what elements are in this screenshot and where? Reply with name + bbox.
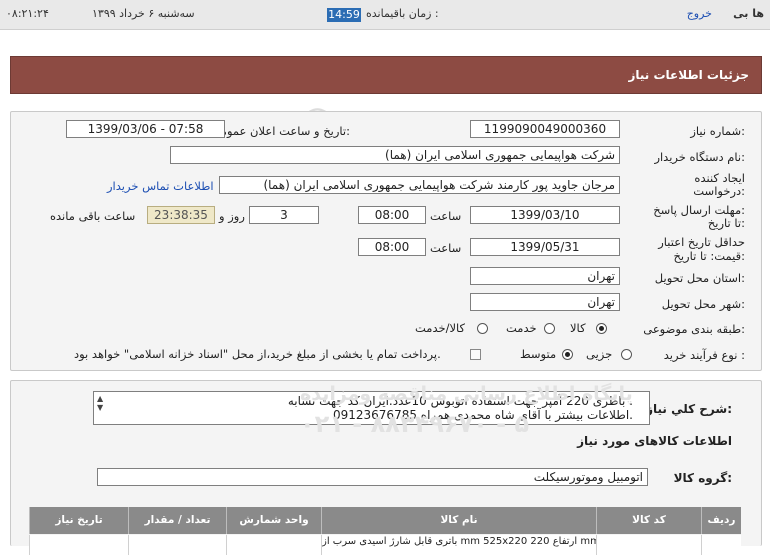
user-name: ها بی bbox=[733, 7, 764, 20]
table-header-unit: واحد شمارش bbox=[226, 507, 321, 534]
process-option-medium: متوسط bbox=[520, 347, 557, 361]
treasury-note: پرداخت تمام یا بخشی از مبلغ خرید،از محل … bbox=[74, 347, 441, 361]
validity-time-label: ساعت bbox=[430, 241, 462, 255]
process-option-minor: جزیی bbox=[586, 347, 613, 361]
current-date: سه‌شنبه ۶ خرداد ۱۳۹۹ bbox=[92, 7, 195, 20]
table-cell-quantity bbox=[128, 535, 226, 555]
category-radio-both[interactable] bbox=[477, 323, 488, 334]
goods-group-label: گروه کالا: bbox=[673, 471, 732, 485]
category-radio-service[interactable] bbox=[544, 323, 555, 334]
category-option-goods: کالا bbox=[570, 321, 586, 335]
province-field: تهران bbox=[470, 267, 620, 285]
category-option-both: کالا/خدمت bbox=[415, 321, 466, 335]
deadline-date-field: 1399/03/10 bbox=[470, 206, 620, 224]
logout-link[interactable]: خروج bbox=[687, 7, 712, 20]
creator-label-2: درخواست: bbox=[693, 184, 745, 198]
remaining-time-field: 23:38:35 bbox=[147, 206, 215, 224]
table-header-item-code: کد کالا bbox=[596, 507, 701, 534]
table-header-quantity: تعداد / مقدار bbox=[128, 507, 226, 534]
creator-field: مرجان جاوید پور کارمند شرکت هواپیمایی جم… bbox=[219, 176, 620, 194]
scroll-arrows-icon[interactable]: ▲ ▼ bbox=[97, 394, 103, 412]
session-timer: 14:59 bbox=[327, 8, 361, 22]
validity-label-1: حداقل تاریخ اعتبار bbox=[658, 235, 745, 249]
need-number-label: شماره نیاز: bbox=[690, 124, 745, 138]
process-label: نوع فرآیند خرید : bbox=[663, 348, 745, 362]
buyer-label: نام دستگاه خریدار: bbox=[654, 150, 745, 164]
buyer-field: شرکت هواپیمایی جمهوری اسلامی ایران (هما) bbox=[170, 146, 620, 164]
table-cell-row-number bbox=[701, 535, 741, 555]
table-header-row-number: ردیف bbox=[701, 507, 741, 534]
category-option-service: خدمت bbox=[506, 321, 537, 335]
validity-label-2: قیمت: تا تاریخ: bbox=[673, 249, 745, 263]
top-bar: ها بی خروج زمان باقیمانده : 14:59 سه‌شنب… bbox=[0, 0, 770, 30]
page-banner: جزئیات اطلاعات نیاز bbox=[10, 56, 762, 94]
table-cell-item-name: باتری قابل شارژ اسیدی سرب از mm 525x220 … bbox=[321, 535, 596, 555]
table-cell-unit bbox=[226, 535, 321, 555]
table-cell-item-code bbox=[596, 535, 701, 555]
deadline-label-1: مهلت ارسال پاسخ: bbox=[653, 203, 745, 217]
description-line-2: اطلاعات بیشتر با آقای شاه محمدی همراه 09… bbox=[332, 408, 633, 422]
city-label: شهر محل تحویل: bbox=[661, 297, 745, 311]
page-title: جزئیات اطلاعات نیاز bbox=[628, 68, 749, 82]
table-cell-need-date bbox=[29, 535, 128, 555]
remaining-time-label: ساعت باقی مانده bbox=[50, 209, 136, 223]
announce-label: تاریخ و ساعت اعلان عمومی: bbox=[211, 124, 350, 138]
deadline-label-2: تا تاریخ: bbox=[707, 216, 745, 230]
announce-field: 1399/03/06 - 07:58 bbox=[66, 120, 225, 138]
table-header-need-date: تاریخ نیاز bbox=[29, 507, 128, 534]
goods-section-title: اطلاعات کالاهای مورد نیاز bbox=[577, 434, 732, 448]
deadline-time-label: ساعت bbox=[430, 209, 462, 223]
validity-time-field: 08:00 bbox=[358, 238, 426, 256]
need-number-field: 1199090049000360 bbox=[470, 120, 620, 138]
buyer-contact-link[interactable]: اطلاعات تماس خریدار bbox=[107, 179, 214, 193]
description-line-1: باطری 220 آمپر جهت استفاده اتوبوس 10عدد.… bbox=[287, 394, 633, 408]
table-header-item-name: نام کالا bbox=[321, 507, 596, 534]
category-label: طبقه بندی موضوعی: bbox=[643, 322, 745, 336]
current-clock: ۰۸:۲۱:۲۴ bbox=[6, 7, 49, 20]
description-label: شرح کلي نياز: bbox=[646, 402, 732, 416]
days-label: روز و bbox=[219, 209, 245, 223]
category-radio-goods[interactable] bbox=[596, 323, 607, 334]
days-field: 3 bbox=[249, 206, 319, 224]
deadline-time-field: 08:00 bbox=[358, 206, 426, 224]
process-radio-minor[interactable] bbox=[621, 349, 632, 360]
remaining-session-label: زمان باقیمانده : bbox=[366, 7, 439, 20]
goods-group-field: اتومبیل وموتورسیکلت bbox=[97, 468, 648, 486]
description-textarea[interactable]: ▲ ▼ باطری 220 آمپر جهت استفاده اتوبوس 10ع… bbox=[93, 391, 650, 425]
province-label: استان محل تحویل: bbox=[654, 271, 745, 285]
validity-date-field: 1399/05/31 bbox=[470, 238, 620, 256]
creator-label-1: ایجاد کننده bbox=[694, 171, 745, 185]
city-field: تهران bbox=[470, 293, 620, 311]
process-radio-medium[interactable] bbox=[562, 349, 573, 360]
treasury-checkbox[interactable] bbox=[470, 349, 481, 360]
